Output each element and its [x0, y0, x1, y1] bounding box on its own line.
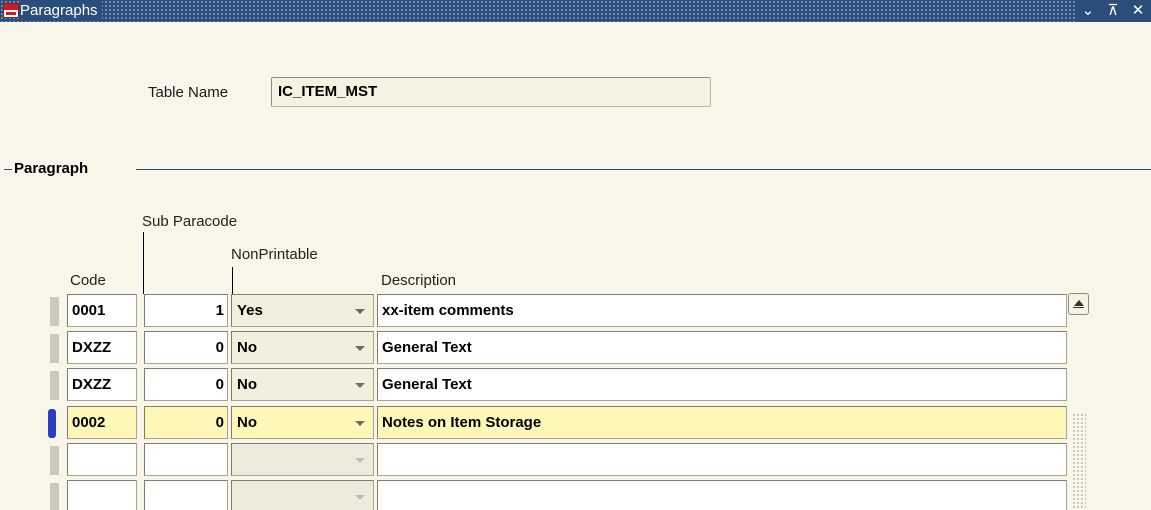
chevron-down-icon[interactable] [355, 383, 365, 388]
section-divider [136, 169, 1151, 170]
nonprintable-select[interactable] [231, 480, 374, 510]
sub-paracode-field[interactable] [144, 443, 228, 476]
description-field[interactable]: Notes on Item Storage [377, 406, 1067, 439]
nonprintable-select[interactable]: No [231, 406, 374, 439]
column-divider [232, 267, 233, 294]
column-header-nonprintable: NonPrintable [231, 246, 318, 263]
nonprintable-value: No [237, 376, 257, 393]
table-row [0, 479, 1100, 510]
sub-paracode-field[interactable]: 1 [144, 294, 228, 327]
code-field[interactable]: DXZZ [67, 368, 137, 401]
close-icon[interactable]: ✕ [1132, 1, 1145, 21]
sub-paracode-field[interactable]: 0 [144, 406, 228, 439]
window-title: Paragraphs [20, 1, 102, 21]
window-titlebar[interactable]: Paragraphs ⌄ ⊼ ✕ [0, 0, 1151, 22]
description-field[interactable]: General Text [377, 331, 1067, 364]
table-row-current: 0002 0 No Notes on Item Storage [0, 405, 1100, 439]
app-icon [3, 3, 19, 18]
row-indicator[interactable] [50, 483, 59, 510]
table-name-label: Table Name [148, 84, 229, 101]
nonprintable-select[interactable]: No [231, 331, 374, 364]
chevron-down-icon[interactable] [355, 309, 365, 314]
nonprintable-value: No [237, 339, 257, 356]
table-row: DXZZ 0 No General Text [0, 367, 1100, 401]
scroll-up-icon[interactable] [1068, 293, 1089, 315]
column-header-sub-paracode: Sub Paracode [142, 213, 238, 230]
row-indicator[interactable] [50, 371, 59, 400]
minimize-icon[interactable]: ⌄ [1082, 1, 1095, 21]
description-field[interactable] [377, 443, 1067, 476]
section-title: Paragraph [14, 160, 89, 177]
description-field[interactable]: General Text [377, 368, 1067, 401]
code-field[interactable] [67, 443, 137, 476]
table-row: DXZZ 0 No General Text [0, 330, 1100, 364]
column-header-code: Code [70, 272, 106, 289]
table-row: 0001 1 Yes xx-item comments [0, 293, 1100, 327]
row-indicator[interactable] [50, 297, 59, 326]
nonprintable-value: Yes [237, 302, 263, 319]
window-controls: ⌄ ⊼ ✕ [1075, 0, 1151, 22]
scrollbar-track[interactable] [1072, 413, 1086, 510]
nonprintable-value: No [237, 414, 257, 431]
chevron-down-icon[interactable] [355, 458, 365, 463]
nonprintable-select[interactable]: Yes [231, 294, 374, 327]
description-field[interactable] [377, 480, 1067, 510]
column-divider [143, 232, 144, 294]
code-field[interactable]: 0002 [67, 406, 137, 439]
sub-paracode-field[interactable]: 0 [144, 331, 228, 364]
chevron-down-icon[interactable] [355, 346, 365, 351]
row-indicator[interactable] [50, 446, 59, 475]
sub-paracode-field[interactable]: 0 [144, 368, 228, 401]
nonprintable-select[interactable]: No [231, 368, 374, 401]
code-field[interactable]: DXZZ [67, 331, 137, 364]
chevron-down-icon[interactable] [355, 421, 365, 426]
chevron-down-icon[interactable] [355, 495, 365, 500]
row-indicator[interactable] [50, 334, 59, 363]
section-divider-left [4, 169, 12, 170]
description-field[interactable]: xx-item comments [377, 294, 1067, 327]
maximize-icon[interactable]: ⊼ [1108, 1, 1119, 21]
column-header-description: Description [381, 272, 457, 289]
table-name-field[interactable]: IC_ITEM_MST [271, 77, 711, 107]
current-row-indicator[interactable] [48, 409, 56, 438]
vertical-scrollbar[interactable] [1068, 293, 1089, 510]
sub-paracode-field[interactable] [144, 480, 228, 510]
nonprintable-select[interactable] [231, 443, 374, 476]
code-field[interactable] [67, 480, 137, 510]
code-field[interactable]: 0001 [67, 294, 137, 327]
table-row [0, 442, 1100, 476]
